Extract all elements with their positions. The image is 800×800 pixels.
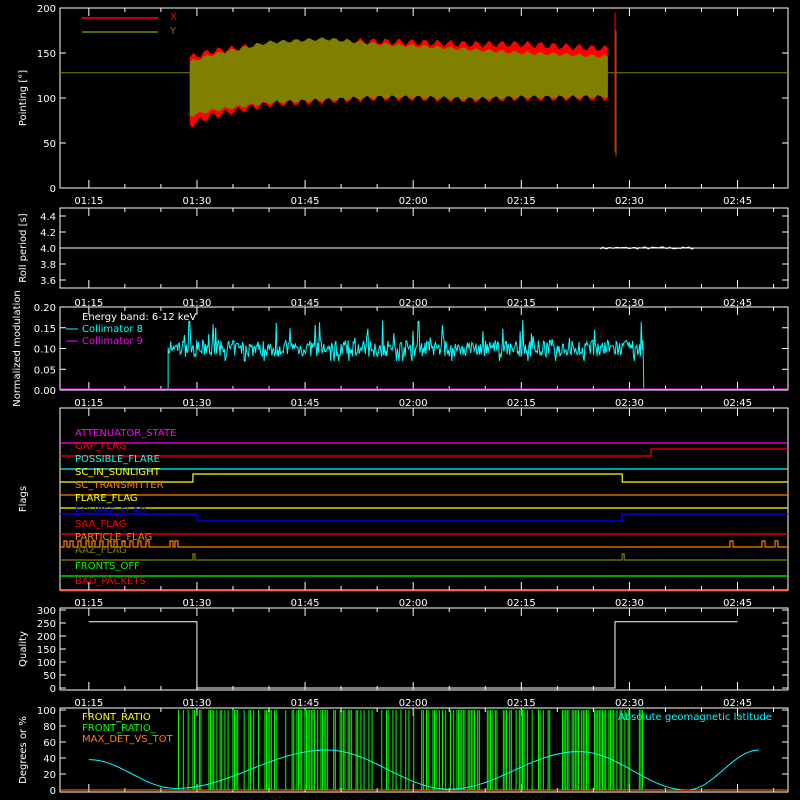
x-tick-label: 02:30 xyxy=(615,398,644,409)
y-tick-label: 50 xyxy=(43,671,56,682)
x-tick-label: 01:15 xyxy=(74,598,103,609)
legend-label: Collimator 9 xyxy=(82,336,143,347)
y-axis-label: Pointing [°] xyxy=(18,70,29,126)
flag-label: AAZ_FLAG xyxy=(75,545,127,556)
x-tick-label: 01:45 xyxy=(291,598,320,609)
y-tick-label: 80 xyxy=(43,722,56,733)
x-tick-label: 01:30 xyxy=(183,698,212,709)
x-tick-label: 01:45 xyxy=(291,698,320,709)
y-tick-label: 100 xyxy=(37,706,56,717)
x-tick-label: 01:30 xyxy=(183,398,212,409)
flag-label: FRONTS_OFF xyxy=(75,561,140,572)
y-axis-label: Degrees or % xyxy=(18,716,29,784)
x-tick-label: 02:15 xyxy=(507,598,536,609)
x-tick-label: 01:15 xyxy=(74,196,103,207)
y-tick-label: 0.05 xyxy=(34,365,56,376)
flag-label: PARTICLE_FLAG xyxy=(75,532,152,543)
flag-label: SC_TRANSMITTER xyxy=(75,480,164,491)
y-tick-label: 4.4 xyxy=(40,212,56,223)
legend-label: Collimator 8 xyxy=(82,324,143,335)
flag-label: POSSIBLE_FLARE xyxy=(75,454,160,465)
chart-figure: 01:15 01:30 01:45 02:00 02:15 02:30 02:45 Point… xyxy=(0,0,800,800)
legend-label: Energy band: 6-12 keV xyxy=(82,312,196,323)
y-tick-label: 150 xyxy=(37,645,56,656)
y-tick-label: 4.0 xyxy=(40,244,56,255)
flag-label: ECLIPSE_FLAG xyxy=(75,506,146,517)
y-axis-label: Flags xyxy=(18,486,29,512)
x-tick-label: 02:00 xyxy=(399,698,428,709)
legend-label: MAX_DET_VS_TOT xyxy=(82,734,174,745)
x-tick-label: 02:15 xyxy=(507,698,536,709)
legend-label: FRONT_RATIO xyxy=(82,712,151,723)
x-tick-label: 02:30 xyxy=(615,698,644,709)
x-tick-label: 02:00 xyxy=(399,398,428,409)
x-tick-label: 02:30 xyxy=(615,196,644,207)
x-tick-label: 02:45 xyxy=(723,598,752,609)
x-tick-label: 01:15 xyxy=(74,698,103,709)
x-tick-label: 02:15 xyxy=(507,398,536,409)
y-axis-label: Normalized modulation xyxy=(12,290,23,407)
x-tick-label: 02:45 xyxy=(723,398,752,409)
legend-label: Absolute geomagnetic latitude xyxy=(618,712,772,723)
y-tick-label: 0 xyxy=(50,184,56,195)
legend-label: X xyxy=(170,12,177,23)
x-tick-label: 02:45 xyxy=(723,698,752,709)
flag-label: SAA_FLAG xyxy=(75,519,126,530)
flag-label: BAD_PACKETS xyxy=(75,576,146,587)
x-tick-label: 01:15 xyxy=(74,398,103,409)
y-tick-label: 0 xyxy=(50,684,56,695)
x-tick-label: 02:00 xyxy=(399,196,428,207)
x-tick-label: 01:30 xyxy=(183,196,212,207)
y-axis-label: Quality xyxy=(18,631,29,667)
y-tick-label: 3.8 xyxy=(40,260,56,271)
y-tick-label: 100 xyxy=(37,94,56,105)
x-tick-label: 01:45 xyxy=(291,398,320,409)
y-tick-label: 0.10 xyxy=(34,345,56,356)
y-tick-label: 0.20 xyxy=(34,303,56,314)
y-tick-label: 60 xyxy=(43,738,56,749)
flag-label: ATTENUATOR_STATE xyxy=(75,428,176,439)
x-tick-label: 02:00 xyxy=(399,598,428,609)
y-tick-label: 250 xyxy=(37,619,56,630)
y-tick-label: 4.2 xyxy=(40,228,56,239)
y-tick-label: 0 xyxy=(50,786,56,797)
y-tick-label: 0.00 xyxy=(34,386,56,397)
y-tick-label: 40 xyxy=(43,754,56,765)
y-tick-label: 0.15 xyxy=(34,324,56,335)
x-tick-label: 02:30 xyxy=(615,598,644,609)
x-tick-label: 01:45 xyxy=(291,196,320,207)
y-tick-label: 200 xyxy=(37,632,56,643)
y-tick-label: 3.6 xyxy=(40,276,56,287)
y-tick-label: 300 xyxy=(37,606,56,617)
y-tick-label: 20 xyxy=(43,770,56,781)
x-tick-label: 01:30 xyxy=(183,598,212,609)
y-tick-label: 200 xyxy=(37,4,56,15)
flag-label: GAP_FLAG xyxy=(75,441,127,452)
y-tick-label: 150 xyxy=(37,49,56,60)
x-tick-label: 02:15 xyxy=(507,196,536,207)
legend-label: Y xyxy=(169,26,177,37)
flag-label: FLARE_FLAG xyxy=(75,493,138,504)
legend-label: FRONT_RATIO_ xyxy=(82,723,157,734)
y-tick-label: 100 xyxy=(37,658,56,669)
y-axis-label: Roll period [s] xyxy=(18,213,29,282)
flag-label: SC_IN_SUNLIGHT xyxy=(75,467,161,478)
y-tick-label: 50 xyxy=(43,139,56,150)
x-tick-label: 02:45 xyxy=(723,196,752,207)
